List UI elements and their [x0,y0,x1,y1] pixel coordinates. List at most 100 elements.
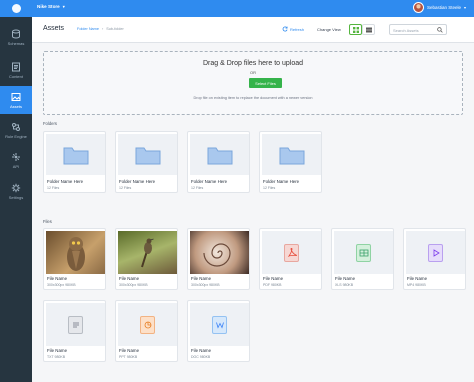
dropzone-hint: Drop file on existing item to replace th… [193,96,313,100]
file-meta: 300x300px 980KB [47,283,76,287]
spreadsheet-icon [356,243,371,262]
sidebar-item-rule-engine[interactable]: Rule Engine [0,118,32,143]
folder-meta: 12 Files [263,186,276,190]
breadcrumb-item[interactable]: Folder Name [77,27,99,31]
content-icon [12,62,20,72]
sidebar-item-label: API [12,164,20,169]
file-thumb [406,231,465,274]
file-card[interactable]: File Name PPT 980KB [115,300,178,362]
avatar [412,2,424,13]
folder-meta: 12 Files [119,186,132,190]
refresh-button[interactable]: Refresh [282,26,304,32]
assets-icon [11,92,21,101]
file-meta: 300x300px 980KB [191,283,220,287]
folder-thumb [46,134,105,175]
page-header: Assets Folder Name › Sub-folder Refresh … [32,17,474,43]
dropzone-or: OR [250,70,256,75]
folder-name: Folder Name Here [119,179,156,184]
workspace-selector[interactable]: Nike Store ▾ [37,4,65,9]
sidebar-item-content[interactable]: Content [0,58,32,83]
folder-card[interactable]: Folder Name Here 12 Files [43,131,106,193]
video-icon [428,243,443,262]
change-view-label: Change View [317,27,341,32]
bird-image-graphic [141,238,154,268]
sidebar-item-label: Settings [8,195,24,200]
schema-icon [12,29,20,39]
refresh-icon [282,26,288,32]
file-meta: TXT 980KB [47,355,66,359]
file-name: File Name [47,276,68,281]
shell-image-graphic [203,243,231,267]
search-icon [437,27,443,33]
file-meta: MP4 980KB [407,283,426,287]
file-card[interactable]: File Name DOC 980KB [187,300,250,362]
sidebar: Schemas Content Assets Rule Engine API S… [0,17,32,382]
folder-icon [279,147,304,164]
folder-thumb [262,134,321,175]
main-area: Assets Folder Name › Sub-folder Refresh … [32,17,474,382]
file-name: File Name [47,348,68,353]
bird-image [118,231,177,274]
file-name: File Name [191,348,212,353]
user-menu[interactable]: Sebastian Steele ▾ [412,2,466,13]
folder-name: Folder Name Here [263,179,300,184]
list-view-button[interactable] [362,24,375,35]
breadcrumb: Folder Name › Sub-folder [77,27,124,31]
folder-icon [63,147,88,164]
file-name: File Name [407,276,428,281]
chevron-down-icon: ▾ [62,4,65,9]
file-card[interactable]: File Name PDF 980KB [259,228,322,290]
file-name: File Name [191,276,212,281]
file-card[interactable]: File Name 300x300px 980KB [187,228,250,290]
rule-engine-icon [12,123,20,131]
file-card[interactable]: File Name 300x300px 980KB [43,228,106,290]
file-card[interactable]: File Name 300x300px 980KB [115,228,178,290]
folder-card[interactable]: Folder Name Here 12 Files [115,131,178,193]
pdf-icon [284,243,299,262]
file-meta: PPT 980KB [119,355,138,359]
file-thumb [118,303,177,346]
breadcrumb-separator-icon: › [101,27,104,31]
list-icon [365,27,372,32]
file-card[interactable]: File Name XLS 980KB [331,228,394,290]
sidebar-item-label: Schemas [7,41,25,46]
owl-image [46,231,105,274]
file-meta: PDF 980KB [263,283,282,287]
upload-dropzone[interactable]: Drag & Drop files here to upload OR Sele… [43,51,463,115]
presentation-icon [140,315,155,334]
api-icon [12,153,20,161]
owl-image-graphic [67,237,85,271]
page-title: Assets [43,25,65,32]
workspace-name: Nike Store [37,4,60,9]
grid-view-button[interactable] [349,24,362,35]
file-name: File Name [335,276,356,281]
files-heading: Files [43,219,52,224]
file-name: File Name [263,276,284,281]
sidebar-item-label: Rule Engine [5,134,27,139]
file-card[interactable]: File Name MP4 980KB [403,228,466,290]
file-meta: DOC 980KB [191,355,211,359]
folder-card[interactable]: Folder Name Here 12 Files [187,131,250,193]
folder-thumb [118,134,177,175]
sidebar-item-assets[interactable]: Assets [0,86,32,114]
select-files-button[interactable]: Select Files [249,78,282,88]
sidebar-item-label: Content [8,74,23,79]
app-logo[interactable] [0,0,32,17]
sidebar-item-settings[interactable]: Settings [0,179,32,204]
folder-thumb [190,134,249,175]
file-thumb [334,231,393,274]
folder-icon [135,147,160,164]
folders-heading: Folders [43,121,57,126]
folder-card[interactable]: Folder Name Here 12 Files [259,131,322,193]
file-thumb [262,231,321,274]
dropzone-title: Drag & Drop files here to upload [203,60,303,67]
file-name: File Name [119,276,140,281]
folder-name: Folder Name Here [47,179,84,184]
file-card[interactable]: File Name TXT 980KB [43,300,106,362]
sidebar-item-label: Assets [9,103,22,109]
search-input[interactable]: Search Assets [389,24,447,35]
sidebar-item-api[interactable]: API [0,148,32,173]
file-thumb [190,303,249,346]
refresh-label: Refresh [290,26,305,32]
sidebar-item-schemas[interactable]: Schemas [0,25,32,50]
